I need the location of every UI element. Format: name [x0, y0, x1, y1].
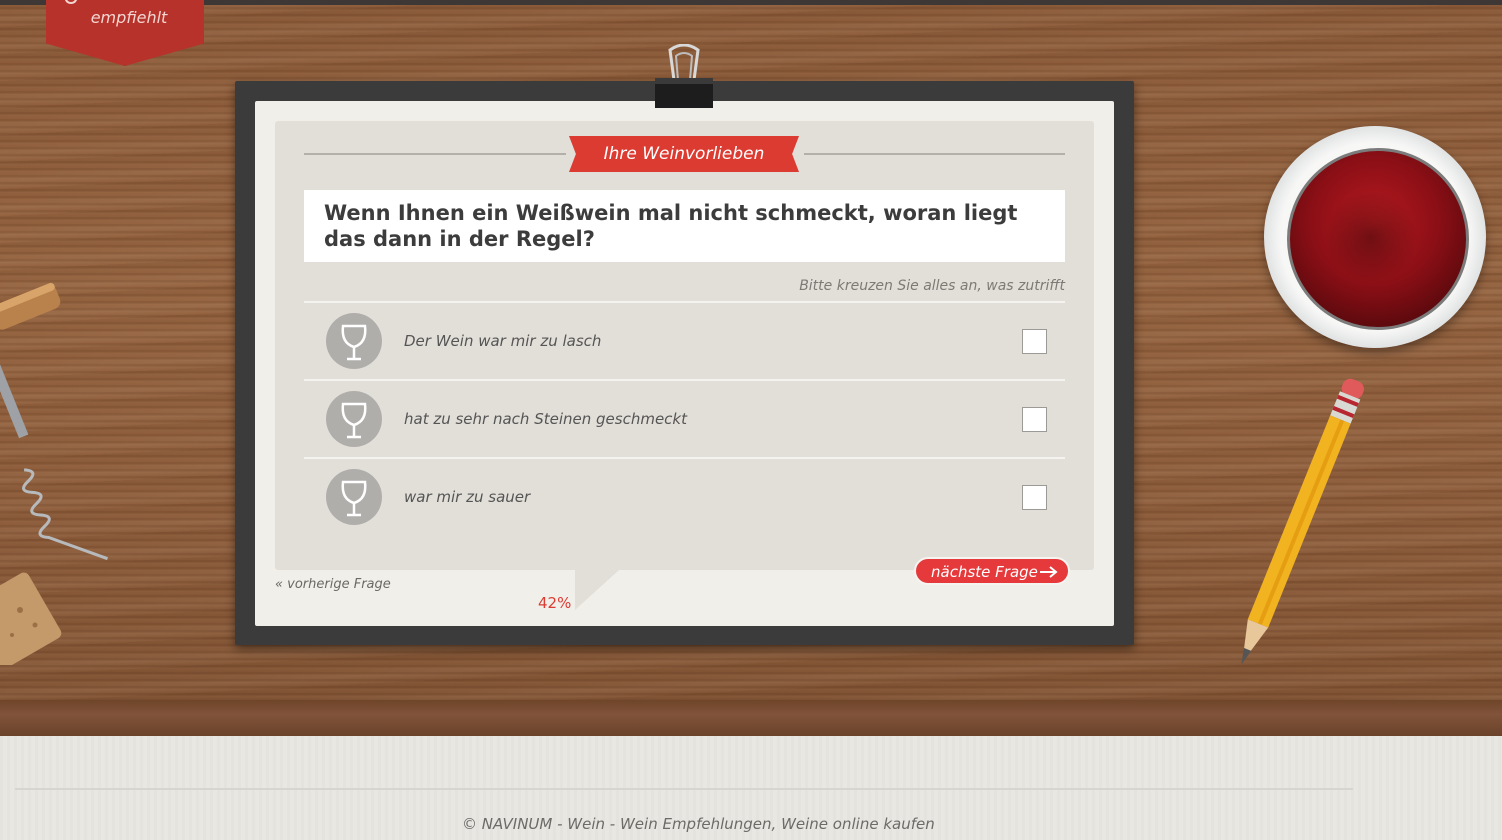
option-row[interactable]: war mir zu sauer	[304, 459, 1065, 535]
section-title: Ihre Weinvorlieben	[569, 136, 799, 172]
binder-clip-icon	[655, 44, 713, 108]
logo-icon	[64, 0, 78, 5]
option-label: war mir zu sauer	[404, 488, 531, 506]
top-bar	[0, 0, 1502, 5]
progress-percent: 42%	[538, 594, 572, 612]
question-box: Wenn Ihnen ein Weißwein mal nicht schmec…	[304, 190, 1065, 262]
wine-glass-icon	[326, 391, 382, 447]
previous-question-link[interactable]: « vorherige Frage	[275, 577, 391, 592]
question-text: Wenn Ihnen ein Weißwein mal nicht schmec…	[324, 201, 1018, 251]
option-checkbox[interactable]	[1022, 407, 1047, 432]
wine-shine	[1324, 190, 1418, 284]
pencil-decoration	[1241, 378, 1364, 665]
header-divider-right	[804, 153, 1065, 155]
option-checkbox[interactable]	[1022, 485, 1047, 510]
footer-divider	[15, 788, 1353, 790]
arrow-right-icon	[1040, 566, 1058, 578]
next-question-label: nächste Frage	[931, 563, 1038, 581]
wine-glass-icon	[326, 313, 382, 369]
option-checkbox[interactable]	[1022, 329, 1047, 354]
hint-text: Bitte kreuzen Sie alles an, was zutrifft	[799, 278, 1065, 294]
option-label: Der Wein war mir zu lasch	[404, 332, 602, 350]
option-row[interactable]: Der Wein war mir zu lasch	[304, 303, 1065, 379]
brand-ribbon-text: empfiehlt	[90, 8, 168, 27]
option-row[interactable]: hat zu sehr nach Steinen geschmeckt	[304, 381, 1065, 457]
option-label: hat zu sehr nach Steinen geschmeckt	[404, 410, 687, 428]
wine-glass-icon	[326, 469, 382, 525]
next-question-button[interactable]: nächste Frage	[914, 557, 1070, 585]
footer-copyright[interactable]: © NAVINUM - Wein - Wein Empfehlungen, We…	[462, 815, 935, 833]
header-divider-left	[304, 153, 566, 155]
cork-decoration	[0, 572, 62, 665]
corkscrew-decoration	[0, 282, 109, 561]
